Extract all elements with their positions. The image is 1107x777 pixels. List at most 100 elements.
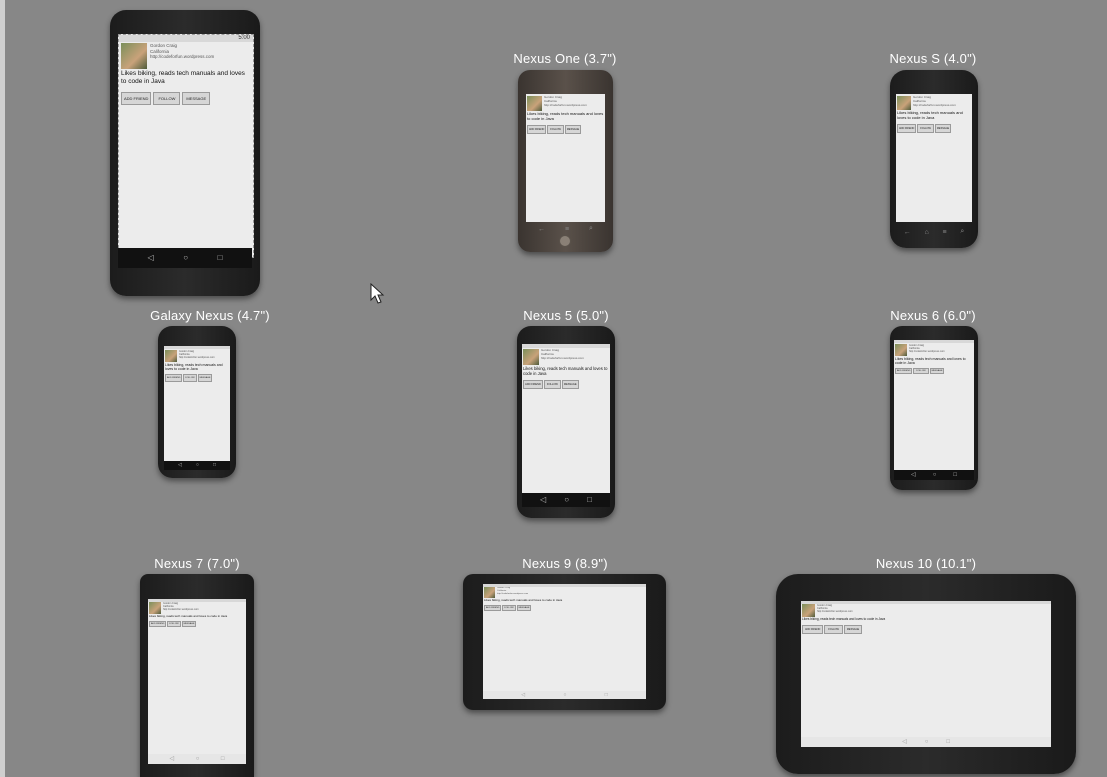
search-icon[interactable]: ⌕ — [589, 225, 593, 233]
label-nexus-6: Nexus 6 (6.0") — [890, 308, 976, 323]
nav-bar: ◁ ○ □ — [148, 754, 246, 764]
follow-button[interactable]: FOLLOW — [917, 123, 934, 133]
nav-bar: ◁ ○ □ — [522, 493, 610, 507]
back-icon[interactable]: ◁ — [178, 463, 182, 468]
follow-button[interactable]: FOLLOW — [183, 374, 197, 383]
label-nexus-s: Nexus S (4.0") — [889, 51, 977, 66]
screen: 5:00 Gordon Craig California http://code… — [118, 34, 254, 258]
nav-bar: ◁ ○ □ — [801, 737, 1051, 747]
nav-bar: ◁ ○ □ — [483, 691, 646, 699]
avatar — [895, 344, 907, 356]
follow-button[interactable]: FOLLOW — [543, 380, 561, 390]
home-icon[interactable]: ○ — [933, 472, 937, 478]
avatar — [802, 604, 815, 617]
device-nexus-6[interactable]: Gordon Craig California http://codeforfun.… — [890, 326, 978, 490]
screen: Gordon Craig California http://codeforfun.… — [894, 340, 974, 480]
device-preview-main[interactable]: 5:00 Gordon Craig California http://code… — [110, 10, 260, 296]
home-icon[interactable]: ○ — [183, 254, 188, 262]
follow-button[interactable]: FOLLOW — [153, 91, 181, 105]
recents-icon[interactable]: □ — [218, 254, 223, 262]
menu-icon[interactable]: ≡ — [565, 226, 569, 233]
add-friend-button[interactable]: ADD FRIEND — [165, 374, 183, 383]
follow-button[interactable]: FOLLOW — [502, 604, 516, 611]
search-icon[interactable]: ⌕ — [960, 228, 964, 236]
label-nexus-5: Nexus 5 (5.0") — [523, 308, 609, 323]
avatar — [523, 349, 539, 365]
home-icon[interactable]: ⌂ — [925, 229, 929, 236]
device-nexus-s[interactable]: Gordon Craig California http://codeforfun.… — [890, 70, 978, 248]
device-nexus-7[interactable]: Gordon Craig California http://codeforfun.… — [140, 574, 254, 777]
device-nexus-one[interactable]: Gordon Craig California http://codeforfun.… — [518, 70, 613, 252]
back-icon[interactable]: ◁ — [902, 739, 907, 745]
add-friend-button[interactable]: ADD FRIEND — [121, 91, 152, 105]
home-icon[interactable]: ○ — [196, 756, 200, 762]
label-nexus-10: Nexus 10 (10.1") — [875, 556, 977, 571]
avatar — [121, 43, 147, 69]
follow-button[interactable]: FOLLOW — [547, 124, 564, 134]
mouse-cursor-icon — [370, 283, 385, 304]
add-friend-button[interactable]: ADD FRIEND — [895, 368, 913, 375]
message-button[interactable]: MESSAGE — [929, 368, 945, 375]
add-friend-button[interactable]: ADD FRIEND — [527, 124, 547, 134]
label-galaxy-nexus: Galaxy Nexus (4.7") — [150, 308, 270, 323]
add-friend-button[interactable]: ADD FRIEND — [897, 123, 917, 133]
recents-icon[interactable]: □ — [605, 692, 608, 698]
home-icon[interactable]: ○ — [564, 496, 569, 504]
home-icon[interactable]: ○ — [196, 463, 199, 468]
profile-url: http://codeforfun.wordpress.com — [150, 54, 215, 60]
back-icon[interactable]: ◁ — [540, 496, 546, 504]
message-button[interactable]: MESSAGE — [182, 91, 211, 105]
add-friend-button[interactable]: ADD FRIEND — [149, 620, 167, 627]
device-galaxy-nexus[interactable]: Gordon Craig California http://codeforfun.… — [158, 326, 236, 478]
device-nexus-5[interactable]: Gordon Craig California http://codeforfun.… — [517, 326, 615, 518]
trackball[interactable] — [559, 235, 571, 247]
recents-icon[interactable]: □ — [221, 756, 225, 762]
add-friend-button[interactable]: ADD FRIEND — [802, 624, 824, 634]
add-friend-button[interactable]: ADD FRIEND — [484, 604, 502, 611]
screen: Gordon Craig California http://codeforfun.… — [164, 346, 230, 470]
avatar — [149, 602, 161, 614]
back-icon[interactable]: ← — [904, 229, 911, 236]
menu-icon[interactable]: ≡ — [942, 229, 946, 236]
message-button[interactable]: MESSAGE — [934, 123, 952, 133]
device-nexus-9[interactable]: Gordon Craig California http://codeforfun.… — [463, 574, 666, 710]
back-icon[interactable]: ◁ — [170, 756, 175, 762]
label-nexus-9: Nexus 9 (8.9") — [522, 556, 608, 571]
message-button[interactable]: MESSAGE — [843, 624, 863, 634]
screen: Gordon Craig California http://codeforfun.… — [483, 584, 646, 699]
home-icon[interactable]: ○ — [925, 739, 929, 745]
screen: Gordon Craig California http://codeforfun.… — [896, 94, 972, 222]
screen: Gordon Craig California http://codeforfun.… — [801, 601, 1051, 747]
message-button[interactable]: MESSAGE — [561, 380, 579, 390]
message-button[interactable]: MESSAGE — [564, 124, 582, 134]
recents-icon[interactable]: □ — [587, 496, 592, 504]
label-nexus-one: Nexus One (3.7") — [513, 51, 617, 66]
screen: Gordon Craig California http://codeforfun.… — [522, 344, 610, 507]
follow-button[interactable]: FOLLOW — [913, 368, 929, 375]
screen: Gordon Craig California http://codeforfun.… — [526, 94, 605, 222]
profile-content: Gordon Craig California http://codeforfu… — [119, 43, 253, 105]
message-button[interactable]: MESSAGE — [197, 374, 213, 383]
nav-bar: ◁ ○ □ — [118, 248, 252, 268]
avatar — [165, 350, 177, 362]
back-icon[interactable]: ◁ — [148, 254, 154, 262]
back-icon[interactable]: ◁ — [911, 472, 916, 478]
recents-icon[interactable]: □ — [946, 739, 950, 745]
message-button[interactable]: MESSAGE — [181, 620, 197, 627]
back-icon[interactable]: ← — [538, 226, 545, 233]
avatar — [527, 96, 542, 111]
screen: Gordon Craig California http://codeforfun.… — [148, 599, 246, 764]
message-button[interactable]: MESSAGE — [516, 604, 532, 611]
label-nexus-7: Nexus 7 (7.0") — [154, 556, 240, 571]
avatar — [897, 96, 911, 110]
recents-icon[interactable]: □ — [213, 463, 216, 468]
follow-button[interactable]: FOLLOW — [167, 620, 181, 627]
follow-button[interactable]: FOLLOW — [824, 624, 843, 634]
add-friend-button[interactable]: ADD FRIEND — [523, 380, 543, 390]
back-icon[interactable]: ◁ — [521, 692, 525, 698]
device-nexus-10[interactable]: Gordon Craig California http://codeforfun.… — [776, 574, 1076, 774]
home-icon[interactable]: ○ — [563, 692, 566, 698]
nav-bar: ◁ ○ □ — [164, 461, 230, 470]
profile-bio: Likes biking, reads tech manuals and lov… — [121, 70, 245, 85]
recents-icon[interactable]: □ — [953, 472, 957, 478]
